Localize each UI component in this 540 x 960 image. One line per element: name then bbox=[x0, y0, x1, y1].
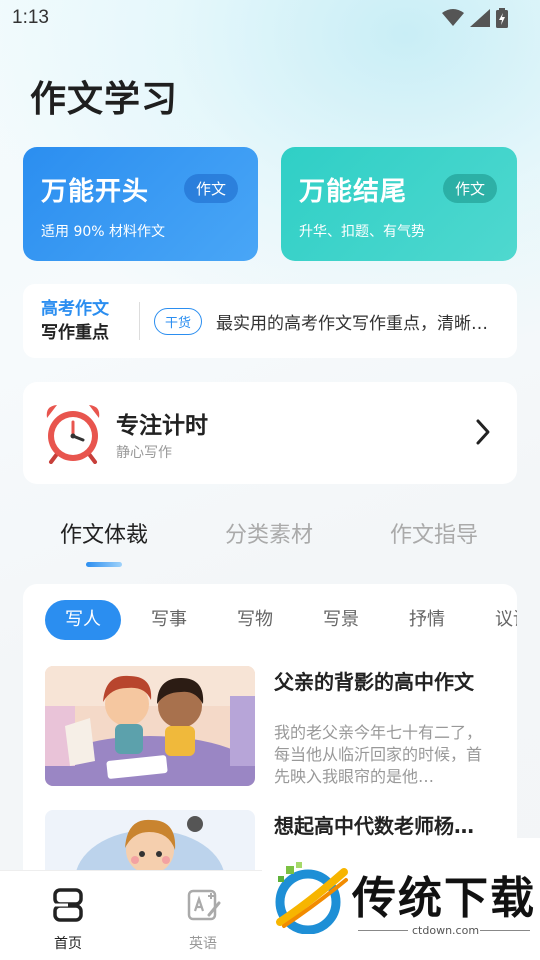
nav-home[interactable]: 首页 bbox=[28, 885, 108, 953]
card-subtitle: 升华、扣题、有气势 bbox=[299, 224, 425, 240]
status-time: 1:13 bbox=[12, 7, 49, 28]
watermark-logo-icon bbox=[275, 862, 348, 934]
tab-genre[interactable]: 作文体裁 bbox=[60, 517, 148, 549]
wifi-icon bbox=[442, 9, 464, 26]
chip-event[interactable]: 写事 bbox=[151, 600, 187, 640]
battery-icon bbox=[496, 8, 508, 28]
chip-argument[interactable]: 议论 bbox=[495, 600, 517, 640]
news-banner[interactable]: 高考作文 写作重点 干货 最实用的高考作文写作重点，清晰… bbox=[23, 284, 517, 358]
card-ending[interactable]: 万能结尾 作文 升华、扣题、有气势 bbox=[281, 147, 517, 261]
chip-object[interactable]: 写物 bbox=[237, 600, 273, 640]
focus-title: 专注计时 bbox=[116, 413, 208, 439]
home-icon bbox=[53, 888, 83, 922]
chip-scenery[interactable]: 写景 bbox=[323, 600, 359, 640]
nav-english[interactable]: 英语 bbox=[163, 885, 243, 953]
english-edit-icon bbox=[187, 889, 221, 921]
card-subtitle: 适用 90% 材料作文 bbox=[41, 224, 166, 240]
article-title: 想起高中代数老师杨… bbox=[274, 814, 474, 838]
list-item[interactable]: 父亲的背影的高中作文 我的老父亲今年七十有二了，每当他从临沂回家的时候，首先映入… bbox=[45, 666, 497, 788]
nav-label: 英语 bbox=[189, 936, 217, 952]
signal-icon bbox=[470, 9, 490, 27]
category-tabs: 作文体裁 分类素材 作文指导 bbox=[0, 505, 540, 567]
tab-active-indicator bbox=[86, 562, 122, 567]
page-title: 作文学习 bbox=[30, 79, 179, 120]
news-label-line1: 高考作文 bbox=[41, 299, 109, 319]
chip-emotion[interactable]: 抒情 bbox=[409, 600, 445, 640]
watermark-sub: ctdown.com bbox=[412, 924, 480, 937]
genre-chips: 写人 写事 写物 写景 抒情 议论 bbox=[45, 600, 517, 640]
focus-subtitle: 静心写作 bbox=[116, 445, 172, 461]
news-label: 高考作文 写作重点 bbox=[41, 297, 127, 345]
focus-timer-card[interactable]: 专注计时 静心写作 bbox=[23, 382, 517, 484]
watermark-text: 传统下载 bbox=[352, 873, 536, 924]
article-thumbnail bbox=[45, 666, 255, 786]
divider bbox=[139, 302, 140, 340]
card-opening[interactable]: 万能开头 作文 适用 90% 材料作文 bbox=[23, 147, 258, 261]
article-excerpt: 我的老父亲今年七十有二了，每当他从临沂回家的时候，首先映入我眼帘的是他… bbox=[274, 723, 483, 786]
news-headline[interactable]: 最实用的高考作文写作重点，清晰… bbox=[216, 309, 502, 334]
tab-materials[interactable]: 分类素材 bbox=[225, 517, 313, 549]
chip-person[interactable]: 写人 bbox=[45, 600, 121, 640]
chevron-right-icon bbox=[476, 419, 490, 445]
divider bbox=[358, 930, 408, 931]
divider bbox=[480, 930, 530, 931]
status-icons bbox=[442, 8, 508, 28]
tab-guidance[interactable]: 作文指导 bbox=[390, 517, 478, 549]
article-title: 父亲的背影的高中作文 bbox=[274, 670, 474, 694]
nav-label: 首页 bbox=[54, 936, 82, 952]
card-tag: 作文 bbox=[183, 174, 238, 203]
watermark: 传统下载 ctdown.com bbox=[262, 838, 540, 960]
card-tag: 作文 bbox=[442, 174, 497, 203]
alarm-clock-icon bbox=[46, 405, 100, 464]
news-label-line2: 写作重点 bbox=[41, 323, 109, 343]
status-bar: 1:13 bbox=[0, 0, 540, 36]
news-badge: 干货 bbox=[154, 307, 203, 335]
